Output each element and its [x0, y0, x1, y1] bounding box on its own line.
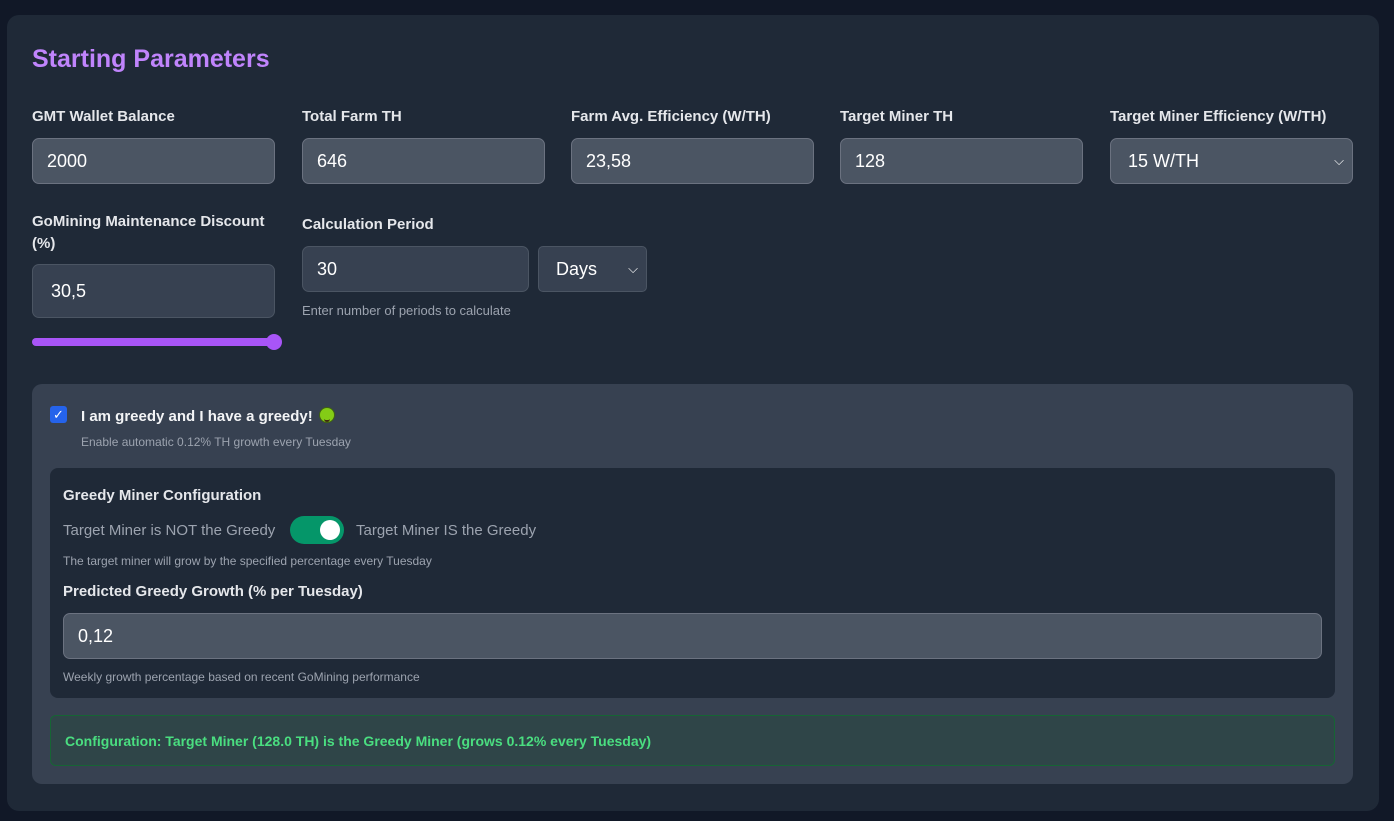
toggle-hint: The target miner will grow by the specif… [63, 554, 432, 568]
growth-hint: Weekly growth percentage based on recent… [63, 670, 420, 684]
target-efficiency-value: 15 W/TH [1128, 150, 1200, 171]
maintenance-discount-label-line1: GoMining Maintenance Discount [32, 213, 265, 230]
slider-fill [32, 338, 274, 346]
maintenance-discount-label: GoMining Maintenance Discount (%) [32, 211, 265, 255]
total-farm-th-input[interactable]: 646 [302, 138, 545, 184]
toggle-off-label: Target Miner is NOT the Greedy [63, 522, 276, 539]
greedy-checkbox-label[interactable]: I am greedy and I have a greedy! [81, 407, 335, 425]
calculation-period-hint: Enter number of periods to calculate [302, 303, 511, 318]
calculation-period-input[interactable]: 30 [302, 246, 529, 292]
starting-parameters-card: Starting Parameters GMT Wallet Balance 2… [7, 15, 1379, 811]
checkmark-icon: ✓ [53, 406, 64, 422]
toggle-knob [320, 520, 340, 540]
greedy-label-text: I am greedy and I have a greedy! [81, 408, 313, 425]
toggle-on-label: Target Miner IS the Greedy [356, 522, 537, 539]
chevron-down-icon: ⌵ [628, 261, 638, 276]
greedy-emoji-icon [318, 407, 335, 423]
configuration-banner: Configuration: Target Miner (128.0 TH) i… [50, 715, 1335, 766]
total-farm-th-label: Total Farm TH [302, 108, 402, 125]
greedy-panel: ✓ I am greedy and I have a greedy! Enabl… [32, 384, 1353, 784]
greedy-config-box: Greedy Miner Configuration Target Miner … [50, 468, 1335, 698]
farm-efficiency-input[interactable]: 23,58 [571, 138, 814, 184]
calculation-period-label: Calculation Period [302, 216, 434, 233]
greedy-config-title: Greedy Miner Configuration [63, 487, 262, 504]
period-unit-value: Days [556, 258, 598, 279]
target-efficiency-select[interactable]: 15 W/TH ⌵ [1110, 138, 1353, 184]
target-efficiency-label: Target Miner Efficiency (W/TH) [1110, 108, 1327, 125]
growth-input[interactable]: 0,12 [63, 613, 1322, 659]
maintenance-discount-input[interactable]: 30,5 [32, 264, 275, 318]
period-unit-select[interactable]: Days ⌵ [538, 246, 647, 292]
greedy-toggle-switch[interactable] [290, 516, 344, 544]
farm-efficiency-label: Farm Avg. Efficiency (W/TH) [571, 108, 771, 125]
wallet-balance-input[interactable]: 2000 [32, 138, 275, 184]
slider-thumb[interactable] [266, 334, 282, 350]
maintenance-discount-slider[interactable] [32, 334, 282, 350]
greedy-hint: Enable automatic 0.12% TH growth every T… [81, 435, 351, 449]
greedy-checkbox[interactable]: ✓ [50, 406, 67, 423]
target-miner-th-input[interactable]: 128 [840, 138, 1083, 184]
chevron-down-icon: ⌵ [1334, 153, 1344, 168]
wallet-balance-label: GMT Wallet Balance [32, 108, 175, 125]
target-miner-th-label: Target Miner TH [840, 108, 954, 125]
growth-label: Predicted Greedy Growth (% per Tuesday) [63, 583, 363, 600]
maintenance-discount-label-line2: (%) [32, 235, 56, 252]
section-title: Starting Parameters [32, 45, 270, 73]
